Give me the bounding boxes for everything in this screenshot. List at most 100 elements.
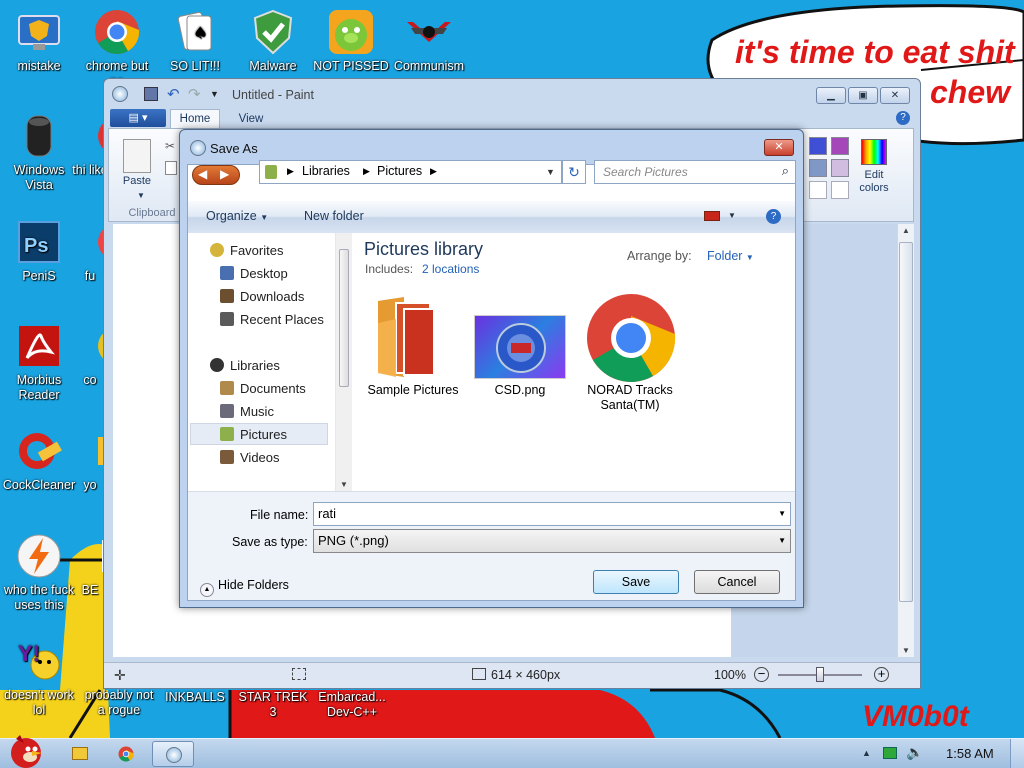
nav-desktop[interactable]: Desktop	[220, 264, 288, 284]
nav-favorites[interactable]: Favorites	[210, 241, 283, 261]
help-icon[interactable]: ?	[766, 209, 781, 224]
zoom-in-button[interactable]: +	[874, 667, 889, 682]
back-arrow-icon[interactable]: ◀	[198, 167, 207, 181]
nav-libraries[interactable]: Libraries	[210, 356, 280, 376]
edit-colors-label[interactable]: Edit colors	[853, 169, 895, 195]
paste-icon[interactable]	[123, 139, 151, 173]
color-swatch[interactable]	[809, 181, 827, 199]
show-hidden-icons[interactable]: ▲	[862, 748, 871, 758]
view-dropdown-icon[interactable]: ▼	[728, 211, 736, 220]
forward-arrow-icon[interactable]: ▶	[220, 167, 229, 181]
clock[interactable]: 1:58 AM	[946, 746, 994, 761]
file-name-input[interactable]: rati ▼	[313, 502, 791, 526]
desktop-icon-penis-photoshop[interactable]: Ps PeniS	[0, 218, 78, 284]
breadcrumb-pictures[interactable]: Pictures	[377, 164, 422, 178]
desktop-icon-communism[interactable]: Communism	[390, 8, 468, 74]
color-swatch[interactable]	[831, 137, 849, 155]
desktop-icon-chrome[interactable]: chrome but no	[78, 8, 156, 89]
window-title: Untitled - Paint	[232, 88, 314, 102]
desktop-icon-morbius-reader[interactable]: Morbius Reader	[0, 322, 78, 403]
nav-videos[interactable]: Videos	[220, 448, 280, 468]
show-desktop-button[interactable]	[1010, 739, 1024, 768]
documents-icon	[220, 381, 234, 395]
hide-folders-button[interactable]: ▲ Hide Folders	[200, 578, 289, 597]
vertical-scrollbar[interactable]: ▲ ▼	[897, 224, 914, 657]
nav-music[interactable]: Music	[220, 402, 274, 422]
navigation-scrollbar[interactable]: ▼	[336, 233, 352, 491]
scroll-thumb[interactable]	[899, 242, 913, 602]
paint-menu-button[interactable]: ▤ ▾	[110, 109, 166, 127]
save-quick-icon[interactable]	[144, 87, 158, 101]
dialog-close-button[interactable]: ✕	[764, 139, 794, 156]
arrange-by-dropdown[interactable]: Folder ▼	[707, 249, 754, 263]
view-options-icon[interactable]	[704, 211, 720, 221]
nav-documents[interactable]: Documents	[220, 379, 306, 399]
chevron-down-icon[interactable]: ▼	[778, 503, 786, 525]
edit-colors-icon[interactable]	[861, 139, 887, 165]
file-item-norad-santa[interactable]: NORAD Tracks Santa(TM)	[578, 289, 682, 412]
desktop-icon-dev-cpp[interactable]: Embarcad... Dev-C++	[312, 690, 392, 720]
color-swatch[interactable]	[831, 181, 849, 199]
pictures-icon	[220, 427, 234, 441]
color-swatch[interactable]	[831, 159, 849, 177]
cut-icon[interactable]: ✂	[165, 139, 177, 153]
color-swatch[interactable]	[809, 159, 827, 177]
help-icon[interactable]: ?	[896, 111, 910, 125]
nav-recent-places[interactable]: Recent Places	[220, 310, 324, 330]
paste-dropdown-icon[interactable]: ▼	[137, 191, 145, 200]
desktop-icon-mistake[interactable]: mistake	[0, 8, 78, 74]
save-form: File name: rati ▼ Save as type: PNG (*.p…	[188, 491, 795, 600]
file-item-csd-png[interactable]: CSD.png	[468, 293, 572, 403]
desktop-icon-solitaire[interactable]: ♠ SO LIT!!!	[156, 8, 234, 74]
save-type-select[interactable]: PNG (*.png) ▼	[313, 529, 791, 553]
desktop-icon-malware[interactable]: Malware	[234, 8, 312, 74]
undo-icon[interactable]: ↶	[167, 85, 180, 103]
desktop-icon-not-pissed[interactable]: NOT PISSED	[312, 8, 390, 74]
taskbar-chrome-button[interactable]	[106, 741, 146, 767]
tab-view[interactable]: View	[226, 109, 276, 129]
copy-icon[interactable]	[165, 161, 177, 175]
scroll-up-icon[interactable]: ▲	[902, 226, 910, 235]
search-placeholder: Search Pictures	[603, 165, 688, 179]
zoom-slider-thumb[interactable]	[816, 667, 824, 682]
scroll-down-icon[interactable]: ▼	[902, 646, 910, 655]
zoom-out-button[interactable]: −	[754, 667, 769, 682]
paint-app-icon[interactable]	[112, 86, 128, 102]
address-bar[interactable]: ▶ Libraries ▶ Pictures ▶ ▼	[259, 160, 562, 184]
taskbar-explorer-button[interactable]	[60, 741, 100, 767]
desktop-icon-inkballs[interactable]: INKBALLS	[156, 690, 234, 705]
chevron-down-icon[interactable]: ▼	[778, 530, 786, 552]
includes-locations-link[interactable]: 2 locations	[422, 262, 479, 276]
search-input[interactable]: Search Pictures ⌕	[594, 160, 796, 184]
organize-button[interactable]: Organize ▼	[206, 209, 268, 223]
redo-icon[interactable]: ↷	[188, 85, 201, 103]
close-button[interactable]: ✕	[880, 87, 910, 104]
refresh-button[interactable]: ↻	[562, 160, 586, 184]
network-icon[interactable]	[883, 747, 897, 759]
new-folder-button[interactable]: New folder	[304, 209, 364, 223]
taskbar-paint-button[interactable]	[152, 741, 194, 767]
scroll-down-icon[interactable]: ▼	[340, 480, 348, 489]
start-button[interactable]	[2, 729, 48, 768]
color-swatch[interactable]	[809, 137, 827, 155]
desktop-icon-star-trek[interactable]: STAR TREK 3	[234, 690, 312, 720]
maximize-button[interactable]: ▣	[848, 87, 878, 104]
desktop-icon-windows-vista[interactable]: Windows Vista	[0, 112, 78, 193]
desktop-icon-yahoo-messenger[interactable]: Y! doesn't work lol	[0, 637, 78, 718]
tab-home[interactable]: Home	[170, 109, 220, 129]
breadcrumb-libraries[interactable]: Libraries	[302, 164, 350, 178]
scroll-thumb[interactable]	[339, 249, 349, 387]
paste-label[interactable]: Paste	[117, 175, 157, 187]
minimize-button[interactable]: ▁	[816, 87, 846, 104]
svg-text:Ps: Ps	[24, 235, 48, 257]
save-button[interactable]: Save	[593, 570, 679, 594]
cancel-button[interactable]: Cancel	[694, 570, 780, 594]
nav-downloads[interactable]: Downloads	[220, 287, 304, 307]
file-item-sample-pictures[interactable]: Sample Pictures	[360, 293, 466, 403]
desktop-icon-winamp[interactable]: who the fuck uses this	[0, 532, 78, 613]
desktop-icon-cockcleaner[interactable]: CockCleaner	[0, 427, 78, 493]
quick-access-menu-icon[interactable]: ▼	[210, 89, 219, 99]
volume-icon[interactable]: 🔈	[906, 744, 923, 761]
nav-pictures[interactable]: Pictures	[220, 425, 287, 445]
address-dropdown-icon[interactable]: ▼	[546, 167, 555, 177]
